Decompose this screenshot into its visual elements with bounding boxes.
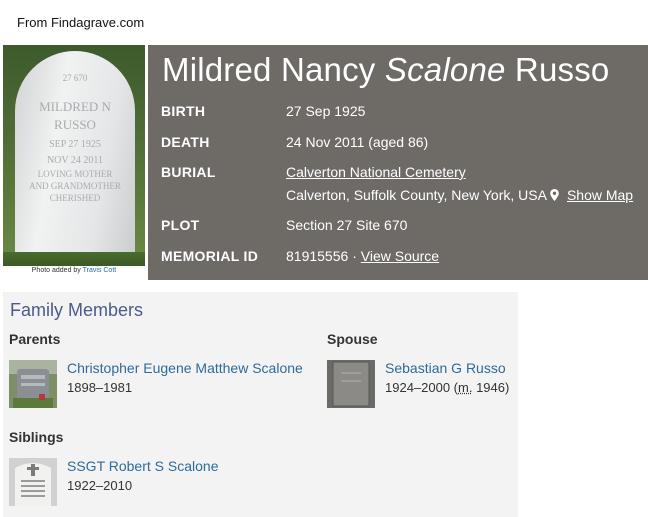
family-members-section: Family Members Parents Christopher Eugen… — [3, 292, 518, 517]
grass — [3, 252, 145, 266]
memorial-id-separator: · — [352, 248, 357, 264]
parent-card[interactable]: Christopher Eugene Matthew Scalone 1898–… — [9, 360, 309, 408]
plot-label: PLOT — [161, 217, 200, 233]
spouse-card[interactable]: Sebastian G Russo 1924–2000 (m. 1946) — [327, 360, 517, 408]
memorial-photo[interactable]: 27 670 Mildred N Russo Sep 27 1925 Nov 2… — [3, 45, 145, 278]
spouse-dates-suffix: 1946) — [472, 380, 510, 395]
photo-credit-link[interactable]: Travis Cott — [83, 267, 117, 274]
name-last: Russo — [514, 51, 610, 88]
spouse-dates: 1924–2000 (m. 1946) — [385, 380, 509, 395]
view-source-link[interactable]: View Source — [361, 248, 439, 264]
parent-headstone-thumb[interactable] — [9, 360, 57, 408]
spouse-title: Spouse — [327, 331, 378, 347]
spouse-headstone-thumb[interactable] — [327, 360, 375, 408]
stone-epitaph-2: and grandmother — [29, 181, 121, 191]
siblings-title: Siblings — [9, 429, 64, 445]
source-label: From Findagrave.com — [17, 15, 145, 30]
parent-dates: 1898–1981 — [67, 380, 133, 395]
photo-credit: Photo added by Travis Cott — [3, 267, 145, 274]
plot-value: Section 27 Site 670 — [286, 217, 408, 233]
sibling-headstone-thumb[interactable] — [9, 458, 57, 506]
photo-credit-prefix: Photo added by — [31, 267, 81, 274]
memorial-name: Mildred Nancy Scalone Russo — [162, 51, 609, 89]
burial-label: BURIAL — [161, 164, 216, 180]
family-members-title: Family Members — [10, 300, 144, 320]
memorial-id-value: 81915556 — [286, 248, 349, 264]
name-maiden: Scalone — [384, 51, 506, 88]
headstone: 27 670 Mildred N Russo Sep 27 1925 Nov 2… — [15, 51, 135, 266]
burial-location-row: Calverton, Suffolk County, New York, USA… — [286, 187, 633, 203]
birth-value: 27 Sep 1925 — [286, 103, 366, 119]
stone-birth: Sep 27 1925 — [49, 139, 101, 150]
memorial-header: Mildred Nancy Scalone Russo BIRTH 27 Sep… — [148, 45, 648, 280]
death-value: 24 Nov 2011 (aged 86) — [286, 134, 429, 150]
spouse-name-link[interactable]: Sebastian G Russo — [385, 360, 506, 376]
stone-death: Nov 24 2011 — [46, 155, 104, 166]
sibling-dates: 1922–2010 — [67, 478, 133, 493]
stone-epitaph-3: Cherished — [49, 193, 101, 203]
parent-name-link[interactable]: Christopher Eugene Matthew Scalone — [67, 360, 303, 376]
parents-title: Parents — [9, 331, 61, 347]
headstone-image[interactable]: 27 670 Mildred N Russo Sep 27 1925 Nov 2… — [3, 45, 145, 266]
name-first: Mildred Nancy — [162, 51, 376, 88]
married-abbr: m. — [458, 380, 473, 395]
stone-epitaph-1: Loving mother — [37, 169, 113, 179]
burial-location: Calverton, Suffolk County, New York, USA — [286, 187, 547, 203]
stone-name-line2: Russo — [54, 117, 96, 132]
birth-label: BIRTH — [161, 103, 206, 119]
cemetery-link[interactable]: Calverton National Cemetery — [286, 164, 466, 180]
memorial-id-row: 81915556 · View Source — [286, 248, 439, 264]
death-label: DEATH — [161, 134, 210, 150]
sibling-name-link[interactable]: SSGT Robert S Scalone — [67, 458, 218, 474]
sibling-card[interactable]: SSGT Robert S Scalone 1922–2010 — [9, 458, 309, 506]
show-map-link[interactable]: Show Map — [567, 187, 633, 203]
map-pin-icon — [550, 189, 559, 201]
stone-name-line1: Mildred N — [39, 99, 111, 114]
memorial-id-label: MEMORIAL ID — [161, 248, 259, 264]
stone-number: 27 670 — [62, 73, 88, 83]
spouse-dates-prefix: 1924–2000 ( — [385, 380, 459, 395]
